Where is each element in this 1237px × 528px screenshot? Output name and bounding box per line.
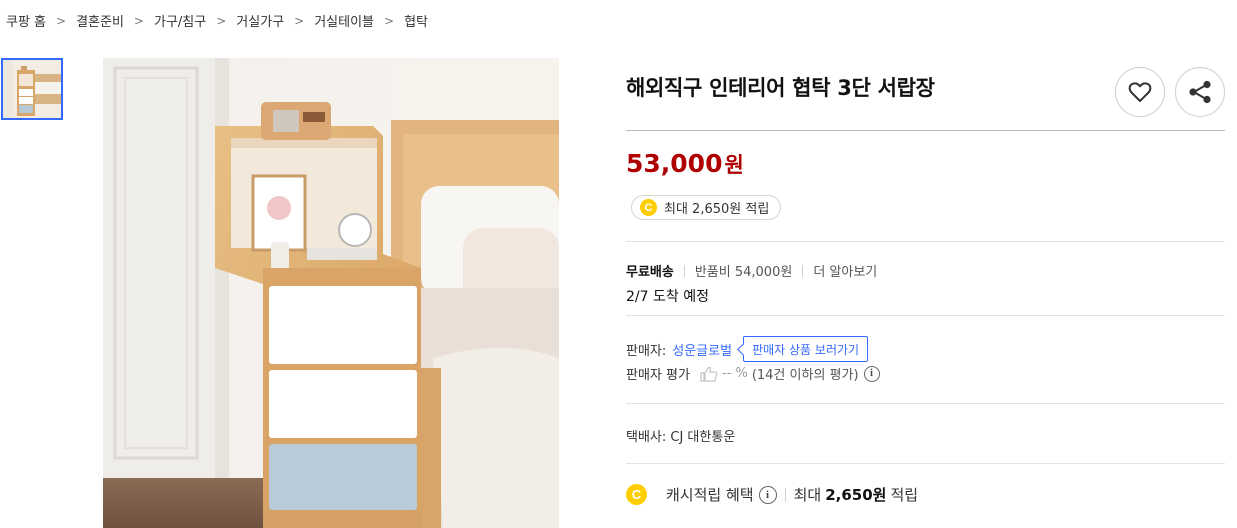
seller-name-link[interactable]: 성운글로벌 bbox=[672, 340, 732, 359]
share-button[interactable] bbox=[1175, 67, 1225, 117]
cash-benefit-prefix: 최대 bbox=[793, 486, 822, 504]
shipping-info: 무료배송 반품비 54,000원 더 알아보기 bbox=[626, 261, 877, 280]
cash-reward-badge[interactable]: C 최대 2,650원 적립 bbox=[631, 195, 782, 220]
seller-rating: 판매자 평가 -- % (14건 이하의 평가) i bbox=[626, 364, 880, 383]
thumbs-up-icon bbox=[700, 366, 718, 382]
cash-benefit-amount: 2,650원 bbox=[825, 486, 887, 504]
divider bbox=[626, 315, 1225, 316]
breadcrumb-item-nightstand[interactable]: 협탁 bbox=[404, 11, 428, 30]
courier-info: 택배사: CJ 대한통운 bbox=[626, 430, 736, 445]
breadcrumb-separator: > bbox=[294, 13, 305, 28]
coupang-cash-coin-icon: C bbox=[626, 484, 647, 505]
breadcrumb-separator: > bbox=[384, 13, 395, 28]
coupang-cash-coin-icon: C bbox=[640, 199, 657, 216]
arrival-date: 2/7 도착 예정 bbox=[626, 289, 709, 305]
breadcrumb-item-home[interactable]: 쿠팡 홈 bbox=[6, 11, 46, 30]
divider bbox=[626, 130, 1225, 131]
share-icon bbox=[1189, 80, 1211, 104]
cash-reward-text: 최대 2,650원 적립 bbox=[664, 202, 770, 217]
divider bbox=[626, 241, 1225, 242]
price-amount: 53,000 bbox=[626, 149, 723, 178]
separator bbox=[683, 264, 685, 277]
divider bbox=[626, 463, 1225, 464]
seller-rating-value: -- % bbox=[721, 366, 748, 381]
product-title: 해외직구 인테리어 협탁 3단 서랍장 bbox=[626, 76, 935, 100]
info-icon[interactable]: i bbox=[863, 365, 880, 382]
info-icon[interactable]: i bbox=[758, 485, 777, 504]
breadcrumb-item-furniture[interactable]: 가구/침구 bbox=[154, 11, 206, 30]
breadcrumb: 쿠팡 홈 > 결혼준비 > 가구/침구 > 거실가구 > 거실테이블 > 협탁 bbox=[6, 11, 428, 31]
seller-info: 판매자: 성운글로벌 판매자 상품 보러가기 bbox=[626, 336, 869, 362]
breadcrumb-separator: > bbox=[133, 13, 144, 28]
seller-rating-note: (14건 이하의 평가) bbox=[751, 368, 859, 383]
seller-rating-label: 판매자 평가 bbox=[626, 368, 690, 383]
seller-label: 판매자: bbox=[626, 343, 667, 359]
cash-benefit-label: 캐시적립 혜택 bbox=[666, 486, 754, 504]
thumbnail-image bbox=[3, 60, 61, 118]
product-main-image[interactable] bbox=[103, 58, 559, 528]
breadcrumb-item-living-furniture[interactable]: 거실가구 bbox=[236, 11, 284, 30]
heart-icon bbox=[1128, 82, 1152, 102]
return-fee-text: 반품비 54,000원 bbox=[694, 265, 793, 280]
cash-benefit-suffix: 적립 bbox=[890, 486, 919, 504]
shipping-more-link[interactable]: 더 알아보기 bbox=[813, 261, 877, 280]
separator bbox=[784, 487, 786, 502]
wishlist-button[interactable] bbox=[1115, 67, 1165, 117]
breadcrumb-separator: > bbox=[216, 13, 227, 28]
separator bbox=[802, 264, 804, 277]
divider bbox=[626, 403, 1225, 404]
price-unit: 원 bbox=[724, 153, 744, 177]
nightstand-photo bbox=[103, 58, 559, 528]
seller-store-button[interactable]: 판매자 상품 보러가기 bbox=[743, 336, 869, 362]
free-shipping-label: 무료배송 bbox=[626, 265, 674, 280]
product-price: 53,000원 bbox=[626, 149, 744, 179]
breadcrumb-separator: > bbox=[56, 13, 67, 28]
breadcrumb-item-wedding[interactable]: 결혼준비 bbox=[76, 11, 124, 30]
product-thumbnail[interactable] bbox=[1, 58, 63, 120]
breadcrumb-item-living-table[interactable]: 거실테이블 bbox=[314, 11, 374, 30]
cash-benefit: C 캐시적립 혜택 i 최대 2,650원 적립 bbox=[626, 484, 918, 505]
